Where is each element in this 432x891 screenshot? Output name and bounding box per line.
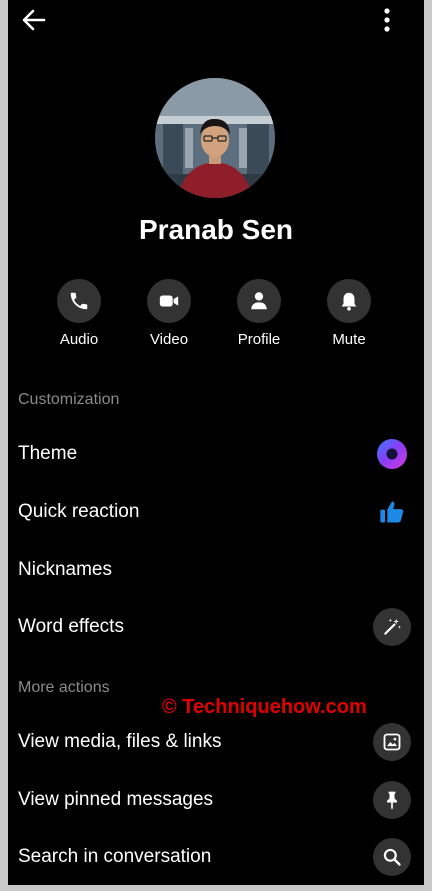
vertical-dots-icon	[384, 8, 390, 32]
video-label: Video	[149, 331, 189, 348]
avatar-photo	[155, 78, 275, 198]
search-in-conversation-row[interactable]: Search in conversation	[8, 831, 424, 883]
quick-reaction-row[interactable]: Quick reaction	[8, 486, 424, 538]
phone-screen: Pranab Sen Audio Video Profile Mute Cust…	[8, 0, 424, 885]
mute-label: Mute	[332, 331, 366, 348]
profile-label: Profile	[237, 331, 281, 348]
nicknames-label: Nicknames	[18, 559, 112, 580]
thumbs-up-icon	[373, 493, 411, 531]
theme-color-icon	[373, 435, 411, 473]
image-icon	[373, 723, 411, 761]
more-actions-section-title: More actions	[18, 679, 110, 696]
profile-button[interactable]: Profile	[219, 279, 299, 348]
audio-button-circle	[57, 279, 101, 323]
profile-button-circle	[237, 279, 281, 323]
customization-section-title: Customization	[18, 391, 120, 408]
video-call-button[interactable]: Video	[129, 279, 209, 348]
nicknames-row[interactable]: Nicknames	[8, 544, 424, 596]
word-effects-row[interactable]: Word effects	[8, 601, 424, 653]
mute-button-circle	[327, 279, 371, 323]
view-pinned-messages-label: View pinned messages	[18, 789, 214, 810]
avatar	[155, 78, 275, 198]
audio-call-button[interactable]: Audio	[39, 279, 119, 348]
view-media-row[interactable]: View media, files & links	[8, 716, 424, 768]
bell-icon	[341, 292, 357, 311]
quick-reaction-label: Quick reaction	[18, 501, 140, 522]
phone-icon	[70, 292, 88, 310]
magic-wand-icon	[373, 608, 411, 646]
search-icon	[373, 838, 411, 876]
word-effects-label: Word effects	[18, 616, 124, 637]
audio-label: Audio	[59, 331, 99, 348]
mute-button[interactable]: Mute	[309, 279, 389, 348]
profile-name: Pranab Sen	[138, 214, 294, 245]
back-arrow-icon	[22, 9, 46, 31]
back-button[interactable]	[20, 6, 48, 34]
view-pinned-messages-row[interactable]: View pinned messages	[8, 774, 424, 826]
theme-row[interactable]: Theme	[8, 428, 424, 480]
video-button-circle	[147, 279, 191, 323]
video-icon	[159, 295, 179, 307]
person-icon	[251, 292, 267, 310]
search-in-conversation-label: Search in conversation	[18, 846, 212, 867]
theme-label: Theme	[18, 443, 78, 464]
top-bar	[8, 0, 424, 44]
pin-icon	[373, 781, 411, 819]
view-media-label: View media, files & links	[18, 731, 222, 752]
more-options-button[interactable]	[374, 6, 400, 34]
